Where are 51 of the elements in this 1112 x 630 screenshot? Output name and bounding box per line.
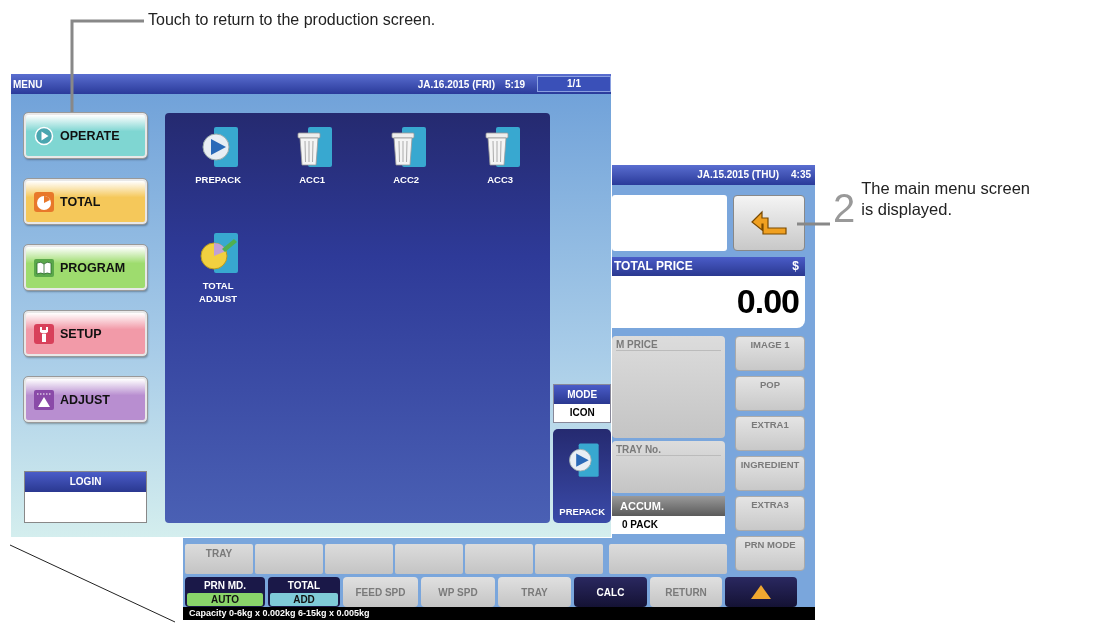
tray-slot bbox=[395, 544, 463, 574]
tray-slot bbox=[535, 544, 603, 574]
menu-button[interactable]: ADJUST bbox=[24, 377, 148, 422]
app-icon-button[interactable]: TOTAL ADJUST bbox=[171, 231, 266, 306]
timer-icon bbox=[34, 191, 54, 212]
time-text: 4:35 bbox=[791, 169, 811, 181]
time-text: 5:19 bbox=[505, 78, 525, 90]
accum-value: 0 PACK bbox=[612, 516, 725, 534]
book-icon bbox=[34, 258, 54, 277]
menu-button[interactable]: OPERATE bbox=[24, 113, 148, 158]
scale-icon bbox=[34, 389, 54, 410]
mode-button[interactable]: TOTAL ADD bbox=[268, 577, 340, 607]
accum-label: ACCUM. bbox=[612, 496, 725, 516]
scroll-up-button[interactable] bbox=[725, 577, 797, 607]
wrench-icon bbox=[34, 323, 54, 344]
mode-label: MODE bbox=[554, 385, 610, 404]
total-price-value: 0.00 bbox=[735, 280, 800, 322]
screen-title: MENU bbox=[13, 78, 43, 90]
callout-text: Touch to return to the production screen. bbox=[148, 11, 436, 29]
tray-slot bbox=[325, 544, 393, 574]
return-button[interactable] bbox=[733, 194, 805, 251]
app-icon-button[interactable]: ACC2 bbox=[359, 125, 454, 187]
callout-text: The main menu screen is displayed. bbox=[861, 178, 1031, 221]
triangle-icon bbox=[750, 584, 772, 600]
play-icon bbox=[34, 125, 54, 146]
total-price-label: TOTAL PRICE bbox=[614, 259, 693, 274]
mode-button[interactable]: PRN MD. AUTO bbox=[185, 577, 265, 607]
menu-button[interactable]: PROGRAM bbox=[24, 245, 148, 290]
login-label: LOGIN bbox=[25, 472, 147, 492]
step-number: 2 bbox=[833, 188, 856, 228]
return-arrow-icon bbox=[750, 209, 788, 236]
capacity-text: Capacity 0-6kg x 0.002kg 6-15kg x 0.005kg bbox=[189, 608, 370, 618]
menu-button[interactable]: TOTAL bbox=[24, 179, 148, 224]
tray-cell: TRAY bbox=[185, 544, 253, 574]
function-button[interactable]: CALC bbox=[574, 577, 647, 607]
app-icon-button[interactable]: ACC3 bbox=[453, 125, 548, 187]
currency-label: $ bbox=[792, 259, 799, 274]
menu-button[interactable]: SETUP bbox=[24, 311, 148, 356]
mode-value: ICON bbox=[554, 404, 610, 422]
leader-line bbox=[797, 222, 830, 226]
page-indicator: 1/1 bbox=[537, 76, 611, 92]
app-icon-button[interactable]: ACC1 bbox=[265, 125, 360, 187]
tray-slot bbox=[255, 544, 323, 574]
disabled-field: TRAY No. bbox=[612, 441, 725, 493]
date-text: JA.15.2015 (THU) bbox=[697, 169, 779, 181]
current-app-button[interactable]: PREPACK bbox=[553, 429, 611, 523]
disabled-field: M PRICE bbox=[612, 336, 725, 438]
date-text: JA.16.2015 (FRI) bbox=[417, 78, 495, 90]
tray-slot bbox=[465, 544, 533, 574]
login-box[interactable]: LOGIN bbox=[24, 471, 148, 523]
app-icon-button[interactable]: PREPACK bbox=[171, 125, 266, 187]
